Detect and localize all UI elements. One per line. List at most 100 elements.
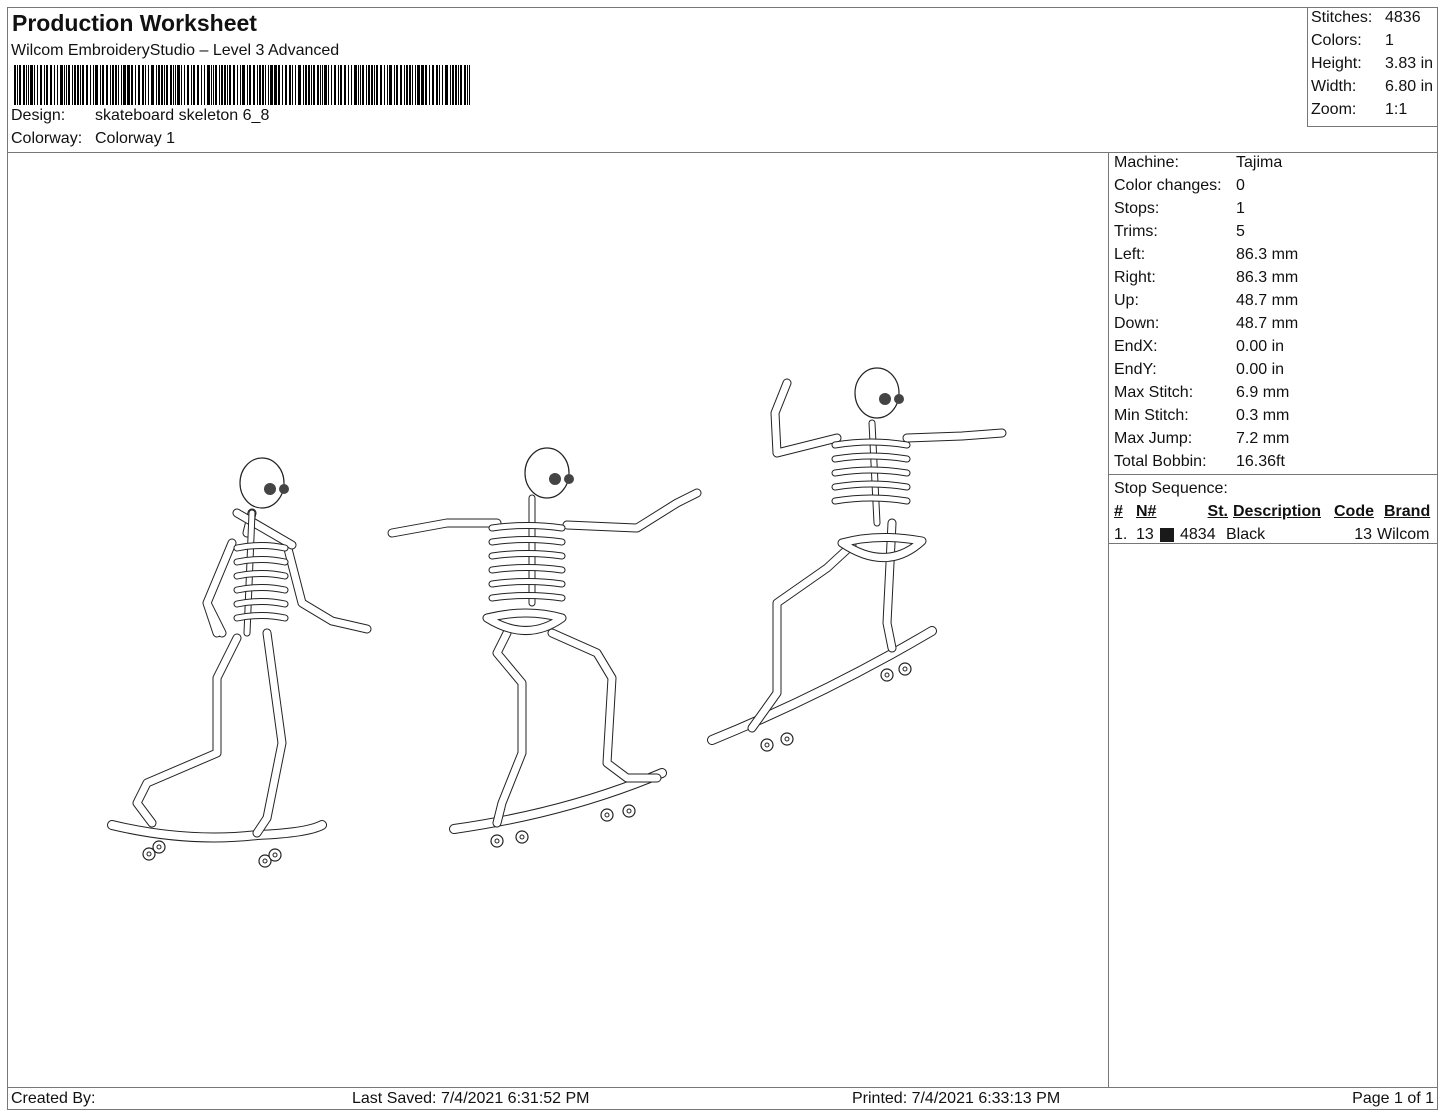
info-label: Machine: bbox=[1114, 154, 1179, 171]
cell-brand: Wilcom bbox=[1377, 525, 1430, 543]
barcode-bar bbox=[56, 65, 59, 105]
info-row: Left: 86.3 mm bbox=[1109, 245, 1438, 268]
barcode-bar bbox=[285, 65, 287, 105]
eye-socket bbox=[549, 473, 561, 485]
info-label: Stops: bbox=[1114, 200, 1160, 217]
barcode-bar bbox=[267, 65, 270, 105]
info-row: EndX: 0.00 in bbox=[1109, 337, 1438, 360]
col-st: St. bbox=[1207, 502, 1228, 520]
barcode-bar bbox=[350, 65, 353, 105]
info-value: 5 bbox=[1236, 223, 1245, 240]
wheel-icon bbox=[780, 732, 794, 746]
colorway-row: Colorway: Colorway 1 bbox=[11, 130, 175, 148]
barcode-bar bbox=[441, 65, 444, 105]
barcode-bar bbox=[112, 65, 114, 105]
barcode-bar bbox=[386, 65, 389, 105]
wheel-icon bbox=[880, 668, 894, 682]
info-row: Total Bobbin: 16.36ft bbox=[1109, 452, 1438, 475]
barcode-bar bbox=[183, 65, 186, 105]
barcode-bar bbox=[327, 65, 329, 105]
barcode-bar bbox=[273, 65, 275, 105]
barcode-bar bbox=[432, 65, 434, 105]
barcode-bar bbox=[246, 65, 248, 105]
design-row: Design: skateboard skeleton 6_8 bbox=[11, 107, 269, 125]
barcode-bar bbox=[348, 65, 349, 105]
barcode-bar bbox=[374, 65, 375, 105]
barcode-bar bbox=[460, 65, 462, 105]
wheel-icon bbox=[622, 804, 636, 818]
rib-icon bbox=[489, 565, 565, 573]
barcode-bar bbox=[46, 65, 48, 105]
col-num: # bbox=[1114, 502, 1123, 520]
barcode-bar bbox=[44, 65, 46, 105]
barcode-bar bbox=[467, 65, 468, 105]
rib-icon bbox=[234, 613, 288, 621]
info-value: 0.3 mm bbox=[1236, 407, 1290, 424]
stop-sequence: Stop Sequence: # N# St. Description Code… bbox=[1109, 474, 1438, 544]
barcode-bar bbox=[455, 65, 458, 105]
rib-icon bbox=[489, 523, 565, 531]
cell-n: 13 bbox=[1136, 525, 1154, 543]
wheel-icon bbox=[600, 808, 614, 822]
barcode-bar bbox=[324, 65, 327, 105]
barcode-bar bbox=[177, 65, 180, 105]
summary-width: Width: 6.80 in bbox=[1311, 78, 1438, 101]
barcode-bar bbox=[343, 65, 347, 105]
design-label: Design: bbox=[11, 107, 66, 124]
footer: Created By: Last Saved: 7/4/2021 6:31:52… bbox=[7, 1087, 1438, 1110]
barcode-bar bbox=[406, 65, 408, 105]
label: Width: bbox=[1311, 78, 1357, 95]
barcode-bar bbox=[17, 65, 19, 105]
wheel-icon bbox=[152, 840, 166, 854]
barcode-bar bbox=[429, 65, 431, 105]
info-value: 7.2 mm bbox=[1236, 430, 1290, 447]
barcode-bar bbox=[422, 65, 424, 105]
barcode-bar bbox=[288, 65, 291, 105]
bone-icon bbox=[253, 629, 286, 837]
barcode-bar bbox=[270, 65, 273, 105]
barcode-bar bbox=[420, 65, 422, 105]
cell-code: 13 bbox=[1354, 525, 1372, 543]
info-row: Max Stitch: 6.9 mm bbox=[1109, 383, 1438, 406]
created-by: Created By: bbox=[11, 1090, 96, 1107]
barcode-bar bbox=[308, 65, 311, 105]
header: Production Worksheet Wilcom EmbroiderySt… bbox=[7, 7, 1438, 153]
info-row: Up: 48.7 mm bbox=[1109, 291, 1438, 314]
barcode-bar bbox=[366, 65, 368, 105]
barcode-bar bbox=[180, 65, 182, 105]
info-label: Max Stitch: bbox=[1114, 384, 1194, 401]
wheel-icon bbox=[268, 848, 282, 862]
bone-icon bbox=[771, 379, 841, 457]
stop-table-header: # N# St. Description Code Brand bbox=[1114, 500, 1438, 523]
info-label: Right: bbox=[1114, 269, 1156, 286]
barcode-bar bbox=[40, 65, 43, 105]
info-value: 0 bbox=[1236, 177, 1245, 194]
barcode-bar bbox=[27, 65, 30, 105]
info-value: 0.00 in bbox=[1236, 338, 1285, 355]
skull-icon bbox=[239, 457, 285, 509]
info-label: Max Jump: bbox=[1114, 430, 1193, 447]
barcode-bar bbox=[102, 65, 104, 105]
barcode-bar bbox=[404, 65, 405, 105]
barcode-bar bbox=[379, 65, 382, 105]
barcode-bar bbox=[92, 65, 95, 105]
barcode-bar bbox=[227, 65, 228, 105]
barcode-bar bbox=[89, 65, 91, 105]
skull-icon bbox=[854, 367, 900, 419]
rib-icon bbox=[489, 537, 565, 545]
barcode-bar bbox=[277, 65, 281, 105]
bone-icon bbox=[133, 634, 241, 827]
info-value: 16.36ft bbox=[1236, 453, 1285, 470]
rib-icon bbox=[489, 551, 565, 559]
barcode-bar bbox=[144, 65, 146, 105]
label: Colors: bbox=[1311, 32, 1362, 49]
barcode-bar bbox=[302, 65, 304, 105]
summary-height: Height: 3.83 in bbox=[1311, 55, 1438, 78]
info-value: 86.3 mm bbox=[1236, 246, 1299, 263]
info-label: EndY: bbox=[1114, 361, 1157, 378]
info-value: Tajima bbox=[1236, 154, 1283, 171]
barcode-bar bbox=[173, 65, 174, 105]
eye-socket bbox=[894, 394, 904, 404]
barcode-bar bbox=[362, 65, 365, 105]
barcode-bar bbox=[249, 65, 251, 105]
